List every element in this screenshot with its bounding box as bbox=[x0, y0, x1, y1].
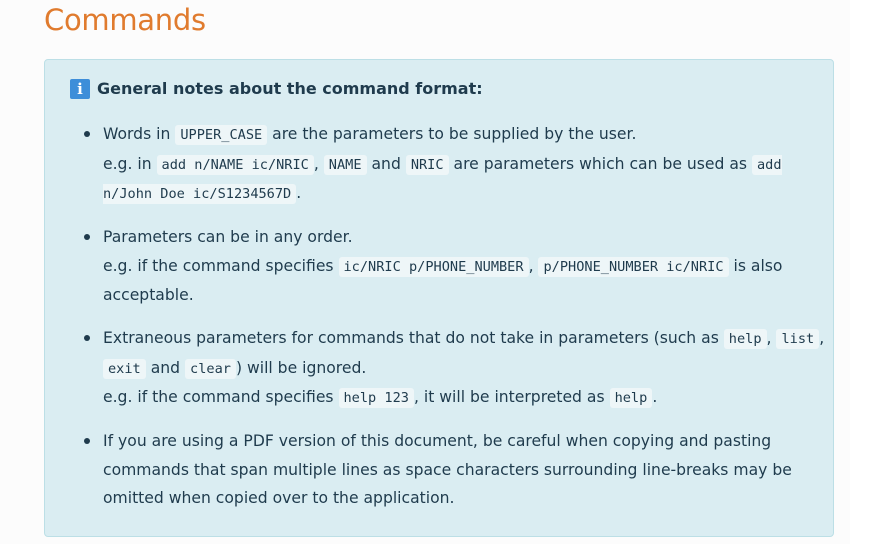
inline-code: ic/NRIC p/PHONE_NUMBER bbox=[338, 256, 529, 277]
inline-code: clear bbox=[185, 358, 236, 379]
inline-code: add n/NAME ic/NRIC bbox=[156, 154, 314, 175]
inline-code: help bbox=[723, 329, 767, 349]
inline-code: help 123 bbox=[338, 388, 414, 408]
info-icon: i bbox=[70, 79, 90, 99]
inline-code: NAME bbox=[323, 154, 367, 175]
note-text: If you are using a PDF version of this d… bbox=[103, 432, 792, 507]
note-text: , it will be interpreted as bbox=[413, 388, 610, 406]
note-text: . bbox=[296, 184, 302, 202]
note-text: are parameters which can be used as bbox=[448, 154, 752, 173]
note-text: e.g. if the command specifies bbox=[103, 388, 339, 406]
note-text: ) will be ignored. bbox=[235, 358, 367, 377]
list-item: If you are using a PDF version of this d… bbox=[82, 427, 827, 513]
note-text: , bbox=[528, 256, 539, 275]
inline-code: p/PHONE_NUMBER ic/NRIC bbox=[538, 256, 729, 277]
note-text: Extraneous parameters for commands that … bbox=[103, 329, 724, 347]
list-item: Words in UPPER_CASE are the parameters t… bbox=[82, 120, 827, 209]
inline-code: NRIC bbox=[405, 154, 449, 175]
list-item: Extraneous parameters for commands that … bbox=[82, 324, 827, 413]
note-text: , bbox=[313, 154, 324, 173]
document-page: Commands i General notes about the comma… bbox=[0, 0, 850, 544]
note-text: e.g. if the command specifies bbox=[103, 256, 339, 275]
note-text: and bbox=[145, 358, 186, 377]
note-text: Parameters can be in any order. bbox=[103, 228, 353, 246]
note-text: e.g. in bbox=[103, 154, 157, 173]
inline-code: exit bbox=[103, 358, 146, 379]
info-callout: i General notes about the command format… bbox=[44, 59, 834, 537]
inline-code: UPPER_CASE bbox=[175, 125, 268, 145]
note-text: , bbox=[766, 329, 777, 347]
section-heading: Commands bbox=[44, 3, 206, 37]
note-text: . bbox=[652, 388, 658, 406]
note-text: are the parameters to be supplied by the… bbox=[267, 125, 637, 143]
inline-code: list bbox=[776, 329, 820, 349]
notes-list: Words in UPPER_CASE are the parameters t… bbox=[82, 120, 827, 513]
note-text: Words in bbox=[103, 125, 176, 143]
callout-title-text: General notes about the command format: bbox=[97, 79, 483, 98]
note-text: and bbox=[366, 154, 406, 173]
note-text: , bbox=[819, 329, 825, 347]
list-item: Parameters can be in any order. e.g. if t… bbox=[82, 223, 827, 310]
callout-title: i General notes about the command format… bbox=[70, 79, 483, 99]
inline-code: help bbox=[609, 388, 653, 408]
